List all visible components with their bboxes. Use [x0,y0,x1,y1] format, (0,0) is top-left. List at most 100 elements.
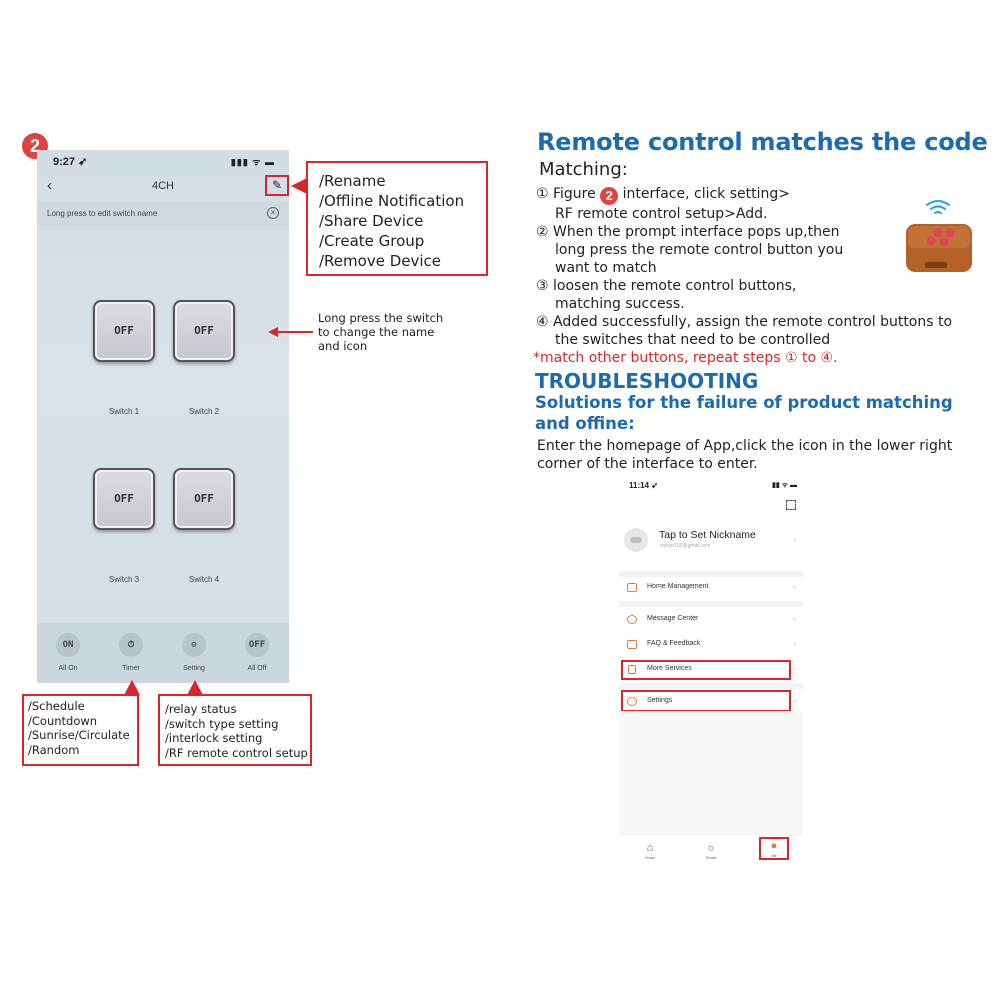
edit-callout-pointer [291,178,307,194]
all-off-button[interactable]: OFF All Off [237,633,277,672]
remote-button-c [933,228,943,238]
timer-option-schedule: /Schedule [28,699,85,713]
switch-3-button[interactable]: OFF [93,468,155,530]
timer-option-random: /Random [28,742,80,757]
all-on-icon: ON [56,633,80,657]
all-on-button[interactable]: ON All On [48,633,88,672]
switch-1-label: Switch 1 [108,407,140,416]
setting-option-relay-status: /relay status [165,702,237,716]
callout-item-rename: /Rename [319,172,386,190]
long-press-arrow-head [268,327,278,337]
status-bar: 9:27 ➶ ▮▮▮ ᯤ ▬ [53,155,275,169]
timer-option-sunrise: /Sunrise/Circulate [28,728,130,742]
menu-item-faq-feedback[interactable]: FAQ & Feedback › [619,634,803,656]
chevron-right-icon: › [793,639,796,648]
message-icon [627,615,637,624]
troubleshooting-heading: TROUBLESHOOTING [535,369,759,393]
matching-label: Matching: [539,159,628,180]
callout-item-create-group: /Create Group [319,232,425,250]
status-bar: 11:14 ➶ ▮▮ ᯤ ▬ [629,481,797,490]
troubleshooting-subheading: Solutions for the failure of product mat… [535,393,953,433]
setting-button[interactable]: ⚙ Setting [174,633,214,672]
chevron-right-icon: › [793,696,796,705]
tab-label: Home [644,855,656,860]
menu-label: Message Center [647,615,699,622]
switch-2-button[interactable]: OFF [173,300,235,362]
nav-bar: ‹ 4CH ✎ [37,175,289,198]
long-press-arrow-line [276,331,313,333]
step-2-line-2: long press the remote control button you [555,242,844,258]
repeat-note: *match other buttons, repeat steps ① to … [533,350,838,366]
remote-button-b [939,237,949,247]
edit-icon[interactable]: ✎ [265,175,289,196]
callout-item-share-device: /Share Device [319,212,424,230]
all-off-icon: OFF [245,633,269,657]
note-line: to change the name [318,325,435,339]
long-press-note: Long press the switch to change the name… [318,311,443,353]
chevron-right-icon: › [793,664,796,673]
matching-steps: ① Figure 2 interface, click setting> RF … [533,185,966,367]
callout-item-offline-notification: /Offline Notification [319,192,465,210]
switch-2-label: Switch 2 [188,407,220,416]
chevron-right-icon: › [793,535,796,544]
setting-option-rf-remote: /RF remote control setup [165,745,308,760]
timer-option-countdown: /Countdown [28,713,98,728]
rf-remote-image [906,199,972,272]
more-services-highlight [621,660,791,680]
all-on-label: All On [58,665,78,672]
profile-row[interactable]: Tap to Set Nickname wwwrr150@gmail.com › [619,526,803,556]
note-line: Long press the switch [318,311,444,325]
timer-callout-pointer [124,680,140,695]
step-1: ① Figure 2 interface, click setting> [536,185,966,205]
status-time: 11:14 ➶ [629,481,658,490]
setting-label: Setting [183,665,205,672]
menu-label: Home Management [647,583,709,590]
empty-area [619,711,803,836]
settings-highlight [621,690,791,712]
tab-label: Me [771,853,777,858]
section-divider [619,601,803,607]
smart-tab-icon: ☼ [705,842,717,854]
timer-label: Timer [122,665,140,672]
step-3-line-2: matching success. [555,296,685,312]
bottom-action-bar: ON All On ⏱ Timer ⚙ Setting OFF All Off [37,623,289,683]
step-4-line-1: ④ Added successfully, assign the remote … [536,314,953,330]
step-4-line-2: the switches that need to be controlled [555,332,831,348]
profile-screen: 11:14 ➶ ▮▮ ᯤ ▬ Tap to Set Nickname wwwrr… [619,478,803,863]
step-1-line-2: RF remote control setup>Add. [555,206,768,222]
setting-icon: ⚙ [182,633,206,657]
step-1-prefix: ① Figure [536,186,596,202]
status-icons: ▮▮▮ ᯤ ▬ [230,157,275,167]
tab-me[interactable]: ● Me [759,837,789,860]
close-hint-icon[interactable]: × [267,207,279,219]
step-2-line-3: want to match [555,260,657,276]
all-off-label: All Off [247,665,267,672]
step-3-line-1: ③ loosen the remote control buttons, [536,278,797,294]
callout-item-remove-device: /Remove Device [319,252,441,270]
timer-options-callout: /Schedule /Countdown /Sunrise/Circulate … [22,694,139,766]
tab-home[interactable]: ⌂ Home [635,841,665,860]
edit-menu-callout: /Rename /Offline Notification /Share Dev… [306,161,488,276]
step-2-line-1: ② When the prompt interface pops up,then [536,224,840,240]
timer-button[interactable]: ⏱ Timer [111,633,151,672]
remote-button-d [926,236,936,246]
setting-options-callout: /relay status /switch type setting /inte… [158,694,312,766]
page-heading: Remote control matches the code [537,128,988,156]
wifi-signal-icon [925,199,951,215]
scan-icon[interactable] [786,500,796,510]
menu-item-home-management[interactable]: Home Management › [619,577,803,599]
avatar [624,528,648,552]
menu-item-message-center[interactable]: Message Center › [619,609,803,631]
tab-smart[interactable]: ☼ Smart [696,841,726,860]
setting-option-interlock: /interlock setting [165,731,263,745]
status-icons: ▮▮ ᯤ ▬ [772,482,797,489]
switch-4-button[interactable]: OFF [173,468,235,530]
setting-option-switch-type: /switch type setting [165,716,279,731]
step-1-suffix: interface, click setting> [622,186,790,202]
switch-1-button[interactable]: OFF [93,300,155,362]
account-email: wwwrr150@gmail.com [660,543,711,549]
home-icon [627,583,637,592]
note-line: and icon [318,339,368,353]
timer-icon: ⏱ [119,633,143,657]
setting-callout-pointer [187,680,203,695]
